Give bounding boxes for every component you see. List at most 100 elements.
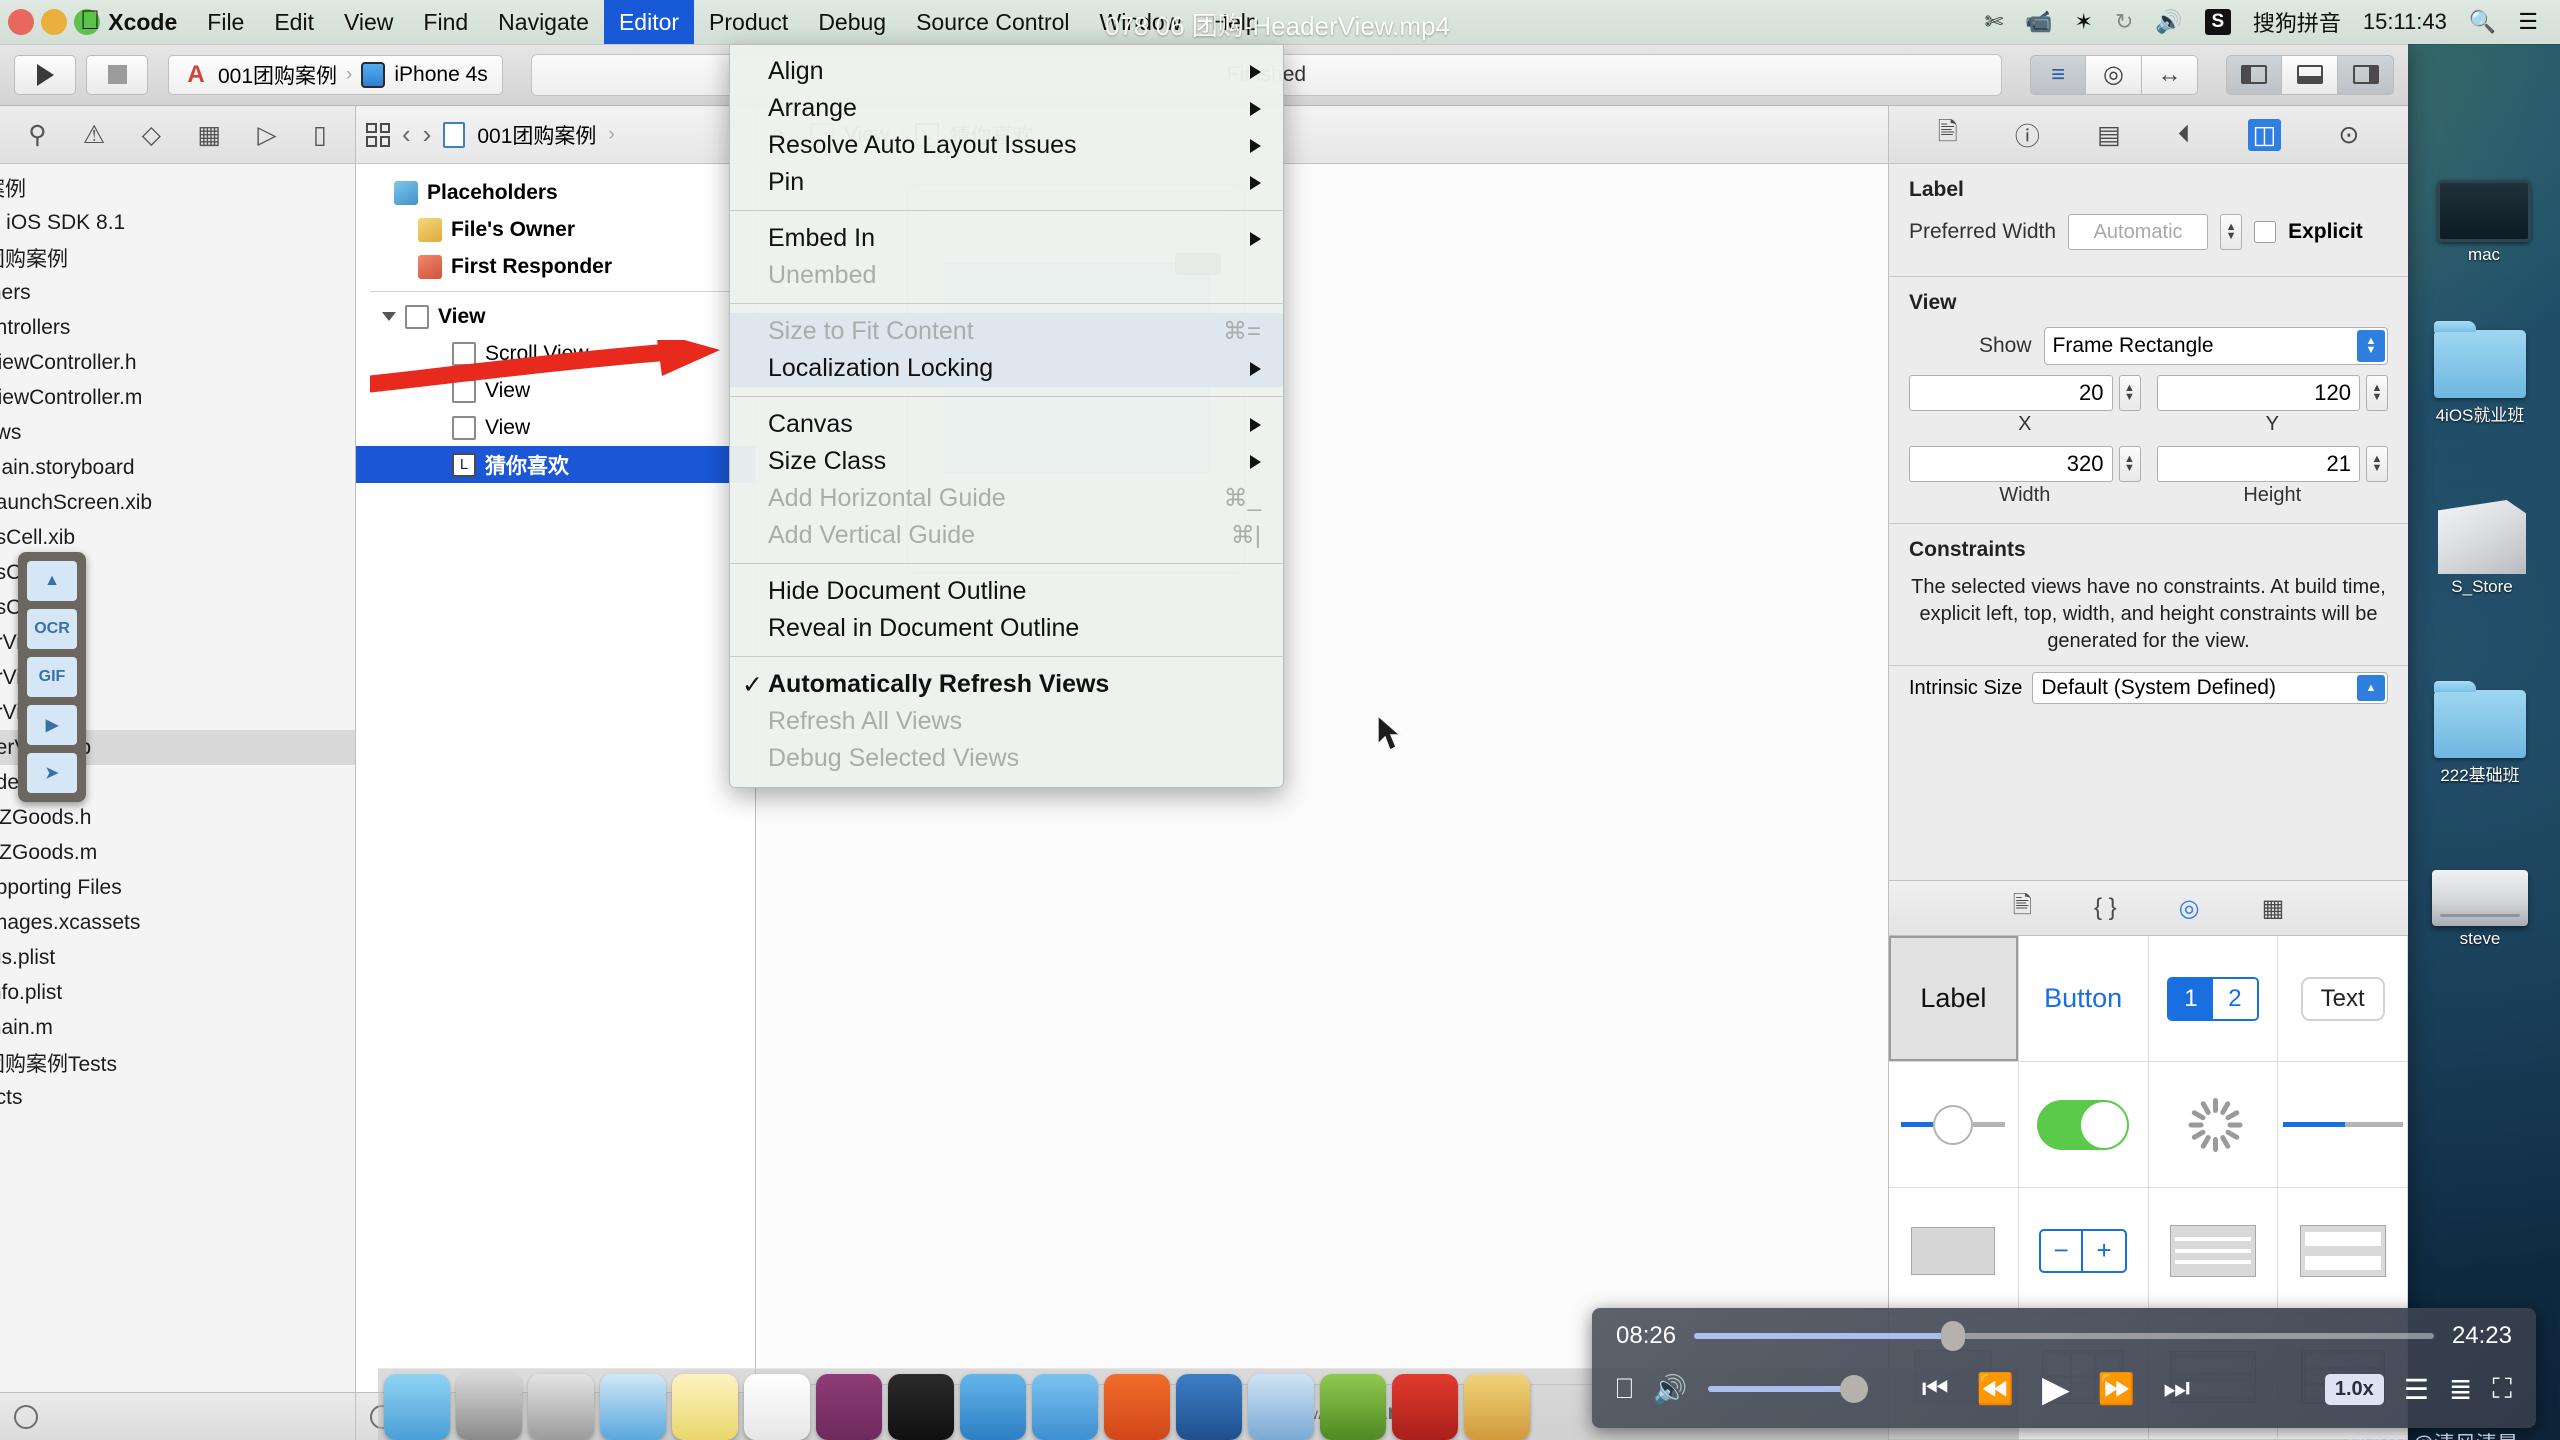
desktop-icon-steve[interactable]: steve [2414,870,2546,949]
desktop-icon-mac[interactable]: mac [2418,180,2550,265]
media-library-icon[interactable]: ▦ [2262,894,2285,923]
quick-help-icon[interactable]: ⓘ [2015,117,2040,153]
outline-row-view-child-1[interactable]: View [356,372,755,409]
identity-inspector-icon[interactable]: ▤ [2097,120,2121,150]
list-item[interactable]: ews [0,415,355,450]
menu-editor[interactable]: Editor [603,0,695,44]
dock-item-terminal[interactable] [888,1374,954,1440]
assistant-editor-button[interactable]: ◎ [2086,54,2142,95]
dock-item-xcode[interactable] [960,1374,1026,1440]
volume-icon[interactable]: 🔊 [1653,1373,1688,1406]
object-library-icon[interactable]: ◎ [2179,894,2200,923]
list-item[interactable]: ucts [0,1080,355,1115]
add-file-icon[interactable] [14,1404,38,1429]
dock-item-photos[interactable] [1464,1374,1530,1440]
desktop-icon-ios-class[interactable]: 4iOS就业班 [2414,321,2546,426]
breadcrumb-doc-name[interactable]: 001团购案例 [477,120,596,150]
menu-item-hide-document-outline[interactable]: Hide Document Outline [730,573,1283,610]
close-button[interactable] [8,9,34,35]
attributes-inspector-icon[interactable]: ⏴ [2178,120,2191,149]
dock-item-launchpad[interactable] [528,1374,594,1440]
list-item[interactable]: 案例 [0,170,355,205]
dock-item-notes[interactable] [672,1374,738,1440]
library-item-table-view-cell[interactable] [2278,1188,2408,1314]
scheme-selector[interactable]: A 001团购案例 › iPhone 4s [168,54,503,95]
list-item[interactable]: ontrollers [0,310,355,345]
menu-item-canvas[interactable]: Canvas [730,406,1283,443]
list-item[interactable]: dsCell.xib [0,520,355,555]
clock-label[interactable]: 15:11:43 [2363,9,2447,35]
time-machine-icon[interactable]: ↻ [2115,9,2133,35]
library-item-text-field[interactable]: Text [2278,936,2408,1062]
picture-in-picture-icon[interactable]: ⛶ [2492,1373,2512,1406]
menu-window[interactable]: Window [1085,0,1197,44]
explicit-checkbox[interactable] [2254,221,2277,243]
gif-button[interactable]: GIF [27,657,77,697]
skip-start-icon[interactable]: ⏮ [1922,1372,1949,1406]
intrinsic-size-popup[interactable]: Default (System Defined) ▲ [2032,672,2388,704]
menu-item-pin[interactable]: Pin [730,164,1283,201]
playlist-icon[interactable]: ☰ [2404,1373,2429,1406]
list-item[interactable]: ViewController.m [0,380,355,415]
list-item[interactable]: s, iOS SDK 8.1 [0,205,355,240]
list-item[interactable]: LaunchScreen.xib [0,485,355,520]
show-popup-button[interactable]: Frame Rectangle ▲ ▼ [2043,327,2388,365]
outline-row-files-owner[interactable]: File's Owner [356,211,755,248]
report-icon[interactable]: ▦ [197,120,221,150]
menu-item-align[interactable]: Align [730,53,1283,90]
menu-navigate[interactable]: Navigate [483,0,604,44]
list-item[interactable]: 团购案例 [0,240,355,275]
width-input[interactable]: 320 [1909,446,2113,482]
menu-item-localization-locking[interactable]: Localization Locking [730,350,1283,387]
library-item-label[interactable]: Label [1889,936,2019,1062]
list-item[interactable]: upporting Files [0,870,355,905]
menu-find[interactable]: Find [408,0,483,44]
y-stepper[interactable]: ▲ ▼ [2366,375,2388,411]
toggle-debug-area-button[interactable] [2282,54,2338,95]
outline-row-view-child-2[interactable]: View [356,409,755,446]
equalizer-icon[interactable]: ≣ [2449,1373,2472,1406]
menu-help[interactable]: Help [1196,0,1273,44]
dock-item-system-preferences[interactable] [456,1374,522,1440]
dock-item-filezilla[interactable] [1392,1374,1458,1440]
library-item-slider[interactable] [1889,1062,2019,1188]
library-item-segmented-control[interactable]: 12 [2148,936,2279,1062]
issue-icon[interactable]: ◇ [142,120,161,150]
library-item-activity-indicator[interactable] [2148,1062,2279,1188]
standard-editor-button[interactable]: ≡ [2030,54,2086,95]
screenshot-icon[interactable]: ▲ [27,561,77,601]
file-inspector-icon[interactable]: 🖹 [1938,113,1958,156]
menu-view[interactable]: View [329,0,408,44]
list-item[interactable]: CZGoods.h [0,800,355,835]
comment-icon[interactable]: ▯ [313,120,327,150]
seek-slider[interactable] [1694,1321,2434,1351]
menu-file[interactable]: File [192,0,259,44]
volume-handle[interactable] [1839,1375,1868,1403]
height-input[interactable]: 21 [2156,446,2360,482]
menu-source-control[interactable]: Source Control [901,0,1084,44]
list-item[interactable]: tgs.plist [0,940,355,975]
input-method-label[interactable]: 搜狗拼音 [2253,6,2341,38]
dock-item-evernote[interactable] [1320,1374,1386,1440]
list-item[interactable]: main.m [0,1010,355,1045]
outline-row-label-selected[interactable]: L 猜你喜欢 [356,446,755,483]
skip-end-icon[interactable]: ⏭ [2163,1372,2190,1406]
rewind-icon[interactable]: ⏪ [1977,1372,2014,1407]
menu-app-name[interactable]: Xcode [102,0,192,44]
dock-item-excel[interactable] [744,1374,810,1440]
library-item-stepper[interactable]: − + [2018,1188,2149,1314]
list-item[interactable]: Images.xcassets [0,905,355,940]
preferred-width-stepper[interactable]: ▲ ▼ [2220,214,2243,250]
run-button[interactable] [14,54,76,95]
notification-center-icon[interactable]: ☰ [2518,9,2538,35]
warning-icon[interactable]: ⚠ [83,120,105,150]
screen-record-icon[interactable]: 📹 [2025,9,2052,35]
video-record-icon[interactable]: ▶ [27,705,77,745]
menu-item-resolve-auto-layout-issues[interactable]: Resolve Auto Layout Issues [730,127,1283,164]
size-inspector-icon[interactable]: ◫ [2247,118,2282,151]
desktop-icon-store[interactable]: S_Store [2416,500,2548,597]
width-stepper[interactable]: ▲ ▼ [2118,446,2141,482]
editor-dropdown-menu[interactable]: Align Arrange Resolve Auto Layout Issues… [729,44,1284,788]
forward-chevron-icon[interactable]: › [423,119,432,150]
outline-tree[interactable]: Placeholders File's Owner First Responde… [356,164,755,1392]
